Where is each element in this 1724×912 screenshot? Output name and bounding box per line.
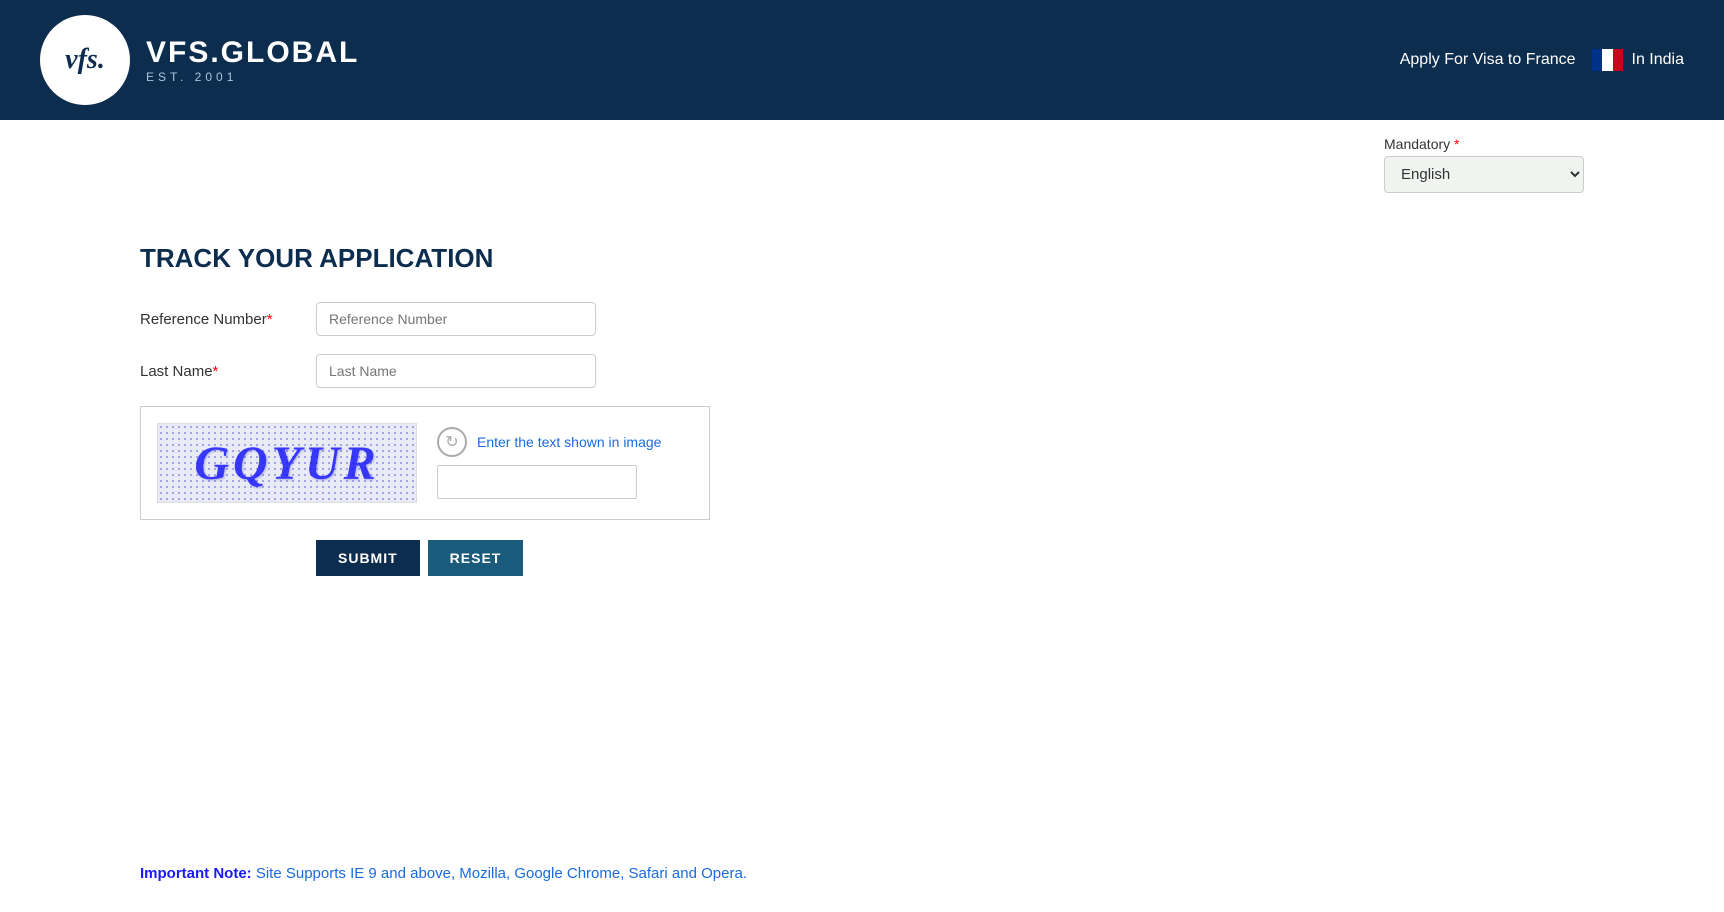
captcha-hint-highlight: image xyxy=(623,434,661,450)
header-right: Apply For Visa to France In India xyxy=(1400,49,1684,71)
last-name-label: Last Name* xyxy=(140,363,300,380)
page-title: TRACK YOUR APPLICATION xyxy=(140,243,1584,274)
captcha-image: GQYUR xyxy=(157,423,417,503)
logo-est-text: EST. 2001 xyxy=(146,70,237,84)
captcha-right: ↻ Enter the text shown in image xyxy=(437,427,661,499)
france-flag-icon xyxy=(1592,49,1624,71)
main-container: Mandatory * English French Hindi TRACK Y… xyxy=(0,120,1724,912)
button-row: SUBMIT RESET xyxy=(316,540,1584,576)
captcha-text: GQYUR xyxy=(194,436,379,491)
reference-number-input[interactable] xyxy=(316,302,596,336)
important-note: Important Note: Site Supports IE 9 and a… xyxy=(140,865,1724,882)
captcha-container: GQYUR ↻ Enter the text shown in image xyxy=(140,406,710,520)
apply-visa-text: Apply For Visa to France xyxy=(1400,51,1576,69)
submit-button[interactable]: SUBMIT xyxy=(316,540,420,576)
logo-text-area: VFS.GLOBAL EST. 2001 xyxy=(146,36,359,84)
mandatory-label: Mandatory * xyxy=(1384,136,1460,152)
in-india-text: In India xyxy=(1632,51,1684,69)
footer-area: Important Note: Site Supports IE 9 and a… xyxy=(140,865,1724,882)
captcha-label-row: ↻ Enter the text shown in image xyxy=(437,427,661,457)
language-bar: Mandatory * English French Hindi xyxy=(0,120,1724,193)
logo-vfs-text: vfs. xyxy=(65,46,105,74)
important-label: Important Note: xyxy=(140,865,252,882)
ref-required-star: * xyxy=(267,311,273,328)
important-text: Site Supports IE 9 and above, Mozilla, G… xyxy=(256,865,747,882)
ln-required-star: * xyxy=(213,363,219,380)
captcha-input[interactable] xyxy=(437,465,637,499)
reference-number-label: Reference Number* xyxy=(140,311,300,328)
site-header: vfs. VFS.GLOBAL EST. 2001 Apply For Visa… xyxy=(0,0,1724,120)
mandatory-star: * xyxy=(1454,136,1459,152)
content-area: TRACK YOUR APPLICATION Reference Number*… xyxy=(0,193,1724,646)
last-name-input[interactable] xyxy=(316,354,596,388)
flag-container: In India xyxy=(1592,49,1684,71)
logo-area: vfs. VFS.GLOBAL EST. 2001 xyxy=(40,15,359,105)
reference-number-group: Reference Number* xyxy=(140,302,1584,336)
language-group: Mandatory * English French Hindi xyxy=(1384,136,1584,193)
refresh-captcha-button[interactable]: ↻ xyxy=(437,427,467,457)
language-select[interactable]: English French Hindi xyxy=(1384,156,1584,193)
logo-global-text: VFS.GLOBAL xyxy=(146,36,359,70)
captcha-hint: Enter the text shown in image xyxy=(477,434,661,450)
last-name-group: Last Name* xyxy=(140,354,1584,388)
reset-button[interactable]: RESET xyxy=(428,540,524,576)
logo-circle: vfs. xyxy=(40,15,130,105)
